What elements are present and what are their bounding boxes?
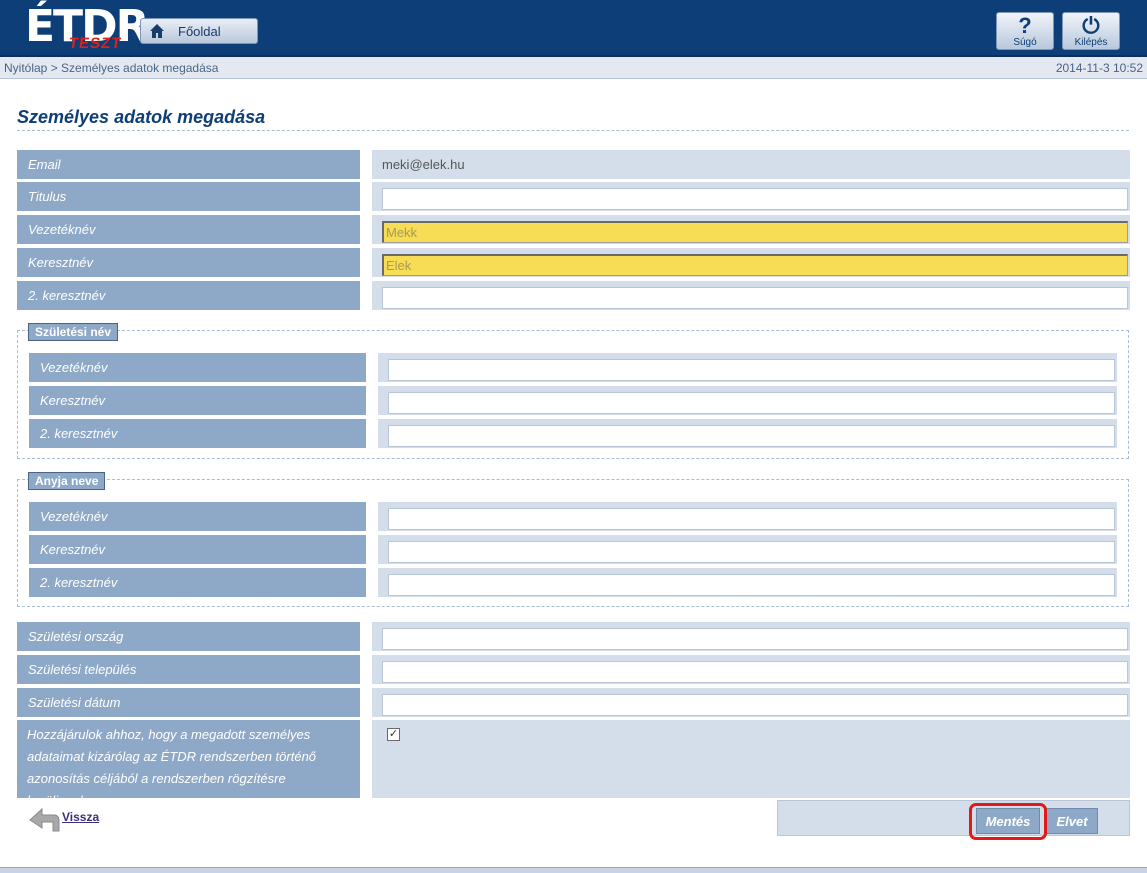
vezeteknev-input[interactable]: Mekk	[382, 221, 1128, 243]
keresztnev2-input[interactable]	[382, 287, 1128, 309]
back-link[interactable]: Vissza	[28, 806, 99, 834]
birth-date-label: Születési dátum	[17, 688, 360, 717]
vezeteknev-label: Vezetéknév	[17, 215, 360, 244]
consent-value-cell: ✓	[372, 720, 1130, 798]
birth-date-input[interactable]	[382, 694, 1128, 716]
power-icon: ⏻	[1082, 13, 1100, 38]
mother-keresztnev-label: Keresztnév	[29, 535, 366, 564]
logout-button[interactable]: ⏻ Kilépés	[1062, 12, 1120, 50]
mother-keresztnev2-input[interactable]	[388, 574, 1115, 596]
timestamp: 2014-11-3 10:52	[1055, 61, 1143, 75]
back-arrow-icon	[29, 807, 60, 832]
consent-checkbox[interactable]: ✓	[387, 728, 400, 741]
help-icon: ?	[1018, 13, 1032, 38]
mother-vezeteknev-label: Vezetéknév	[29, 502, 366, 531]
mother-name-legend: Anyja neve	[28, 472, 106, 490]
titulus-input[interactable]	[382, 188, 1128, 210]
mother-vezeteknev-input[interactable]	[388, 508, 1115, 530]
email-value-cell: meki@elek.hu	[372, 150, 1130, 179]
keresztnev-label: Keresztnév	[17, 248, 360, 277]
birth-keresztnev-input[interactable]	[388, 392, 1115, 414]
consent-text: Hozzájárulok ahhoz, hogy a megadott szem…	[17, 720, 360, 808]
titulus-label: Titulus	[17, 182, 360, 211]
breadcrumb: Nyitólap > Személyes adatok megadása 201…	[0, 57, 1147, 79]
email-label: Email	[17, 150, 360, 179]
birth-country-label: Születési ország	[17, 622, 360, 651]
logo-badge: TESZT	[67, 35, 123, 52]
help-button[interactable]: ? Súgó	[996, 12, 1054, 50]
birth-keresztnev-label: Keresztnév	[29, 386, 366, 415]
birth-city-input[interactable]	[382, 661, 1128, 683]
birth-country-input[interactable]	[382, 628, 1128, 650]
cancel-button[interactable]: Elvet	[1046, 808, 1098, 834]
email-value: meki@elek.hu	[382, 157, 465, 172]
home-icon	[150, 24, 164, 38]
birth-vezeteknev-input[interactable]	[388, 359, 1115, 381]
mother-keresztnev2-label: 2. keresztnév	[29, 568, 366, 597]
back-link-label[interactable]: Vissza	[62, 810, 99, 824]
home-button[interactable]: Főoldal	[140, 18, 258, 44]
app-header: ÉTDR TESZT Főoldal ? Súgó ⏻ Kilépés	[0, 0, 1147, 57]
help-button-label: Súgó	[1013, 37, 1037, 48]
birth-name-legend: Születési név	[28, 323, 119, 341]
breadcrumb-path[interactable]: Nyitólap > Személyes adatok megadása	[4, 61, 218, 75]
birth-keresztnev2-input[interactable]	[388, 425, 1115, 447]
birth-city-label: Születési település	[17, 655, 360, 684]
etdr-logo: ÉTDR TESZT	[17, 2, 149, 54]
taskbar-strip	[0, 867, 1147, 873]
save-button-highlight	[969, 803, 1047, 840]
logout-button-label: Kilépés	[1074, 37, 1108, 48]
keresztnev2-label: 2. keresztnév	[17, 281, 360, 310]
keresztnev-input[interactable]: Elek	[382, 254, 1128, 276]
home-button-label: Főoldal	[178, 23, 221, 39]
birth-vezeteknev-label: Vezetéknév	[29, 353, 366, 382]
birth-keresztnev2-label: 2. keresztnév	[29, 419, 366, 448]
mother-keresztnev-input[interactable]	[388, 541, 1115, 563]
page-title: Személyes adatok megadása	[17, 107, 1129, 131]
